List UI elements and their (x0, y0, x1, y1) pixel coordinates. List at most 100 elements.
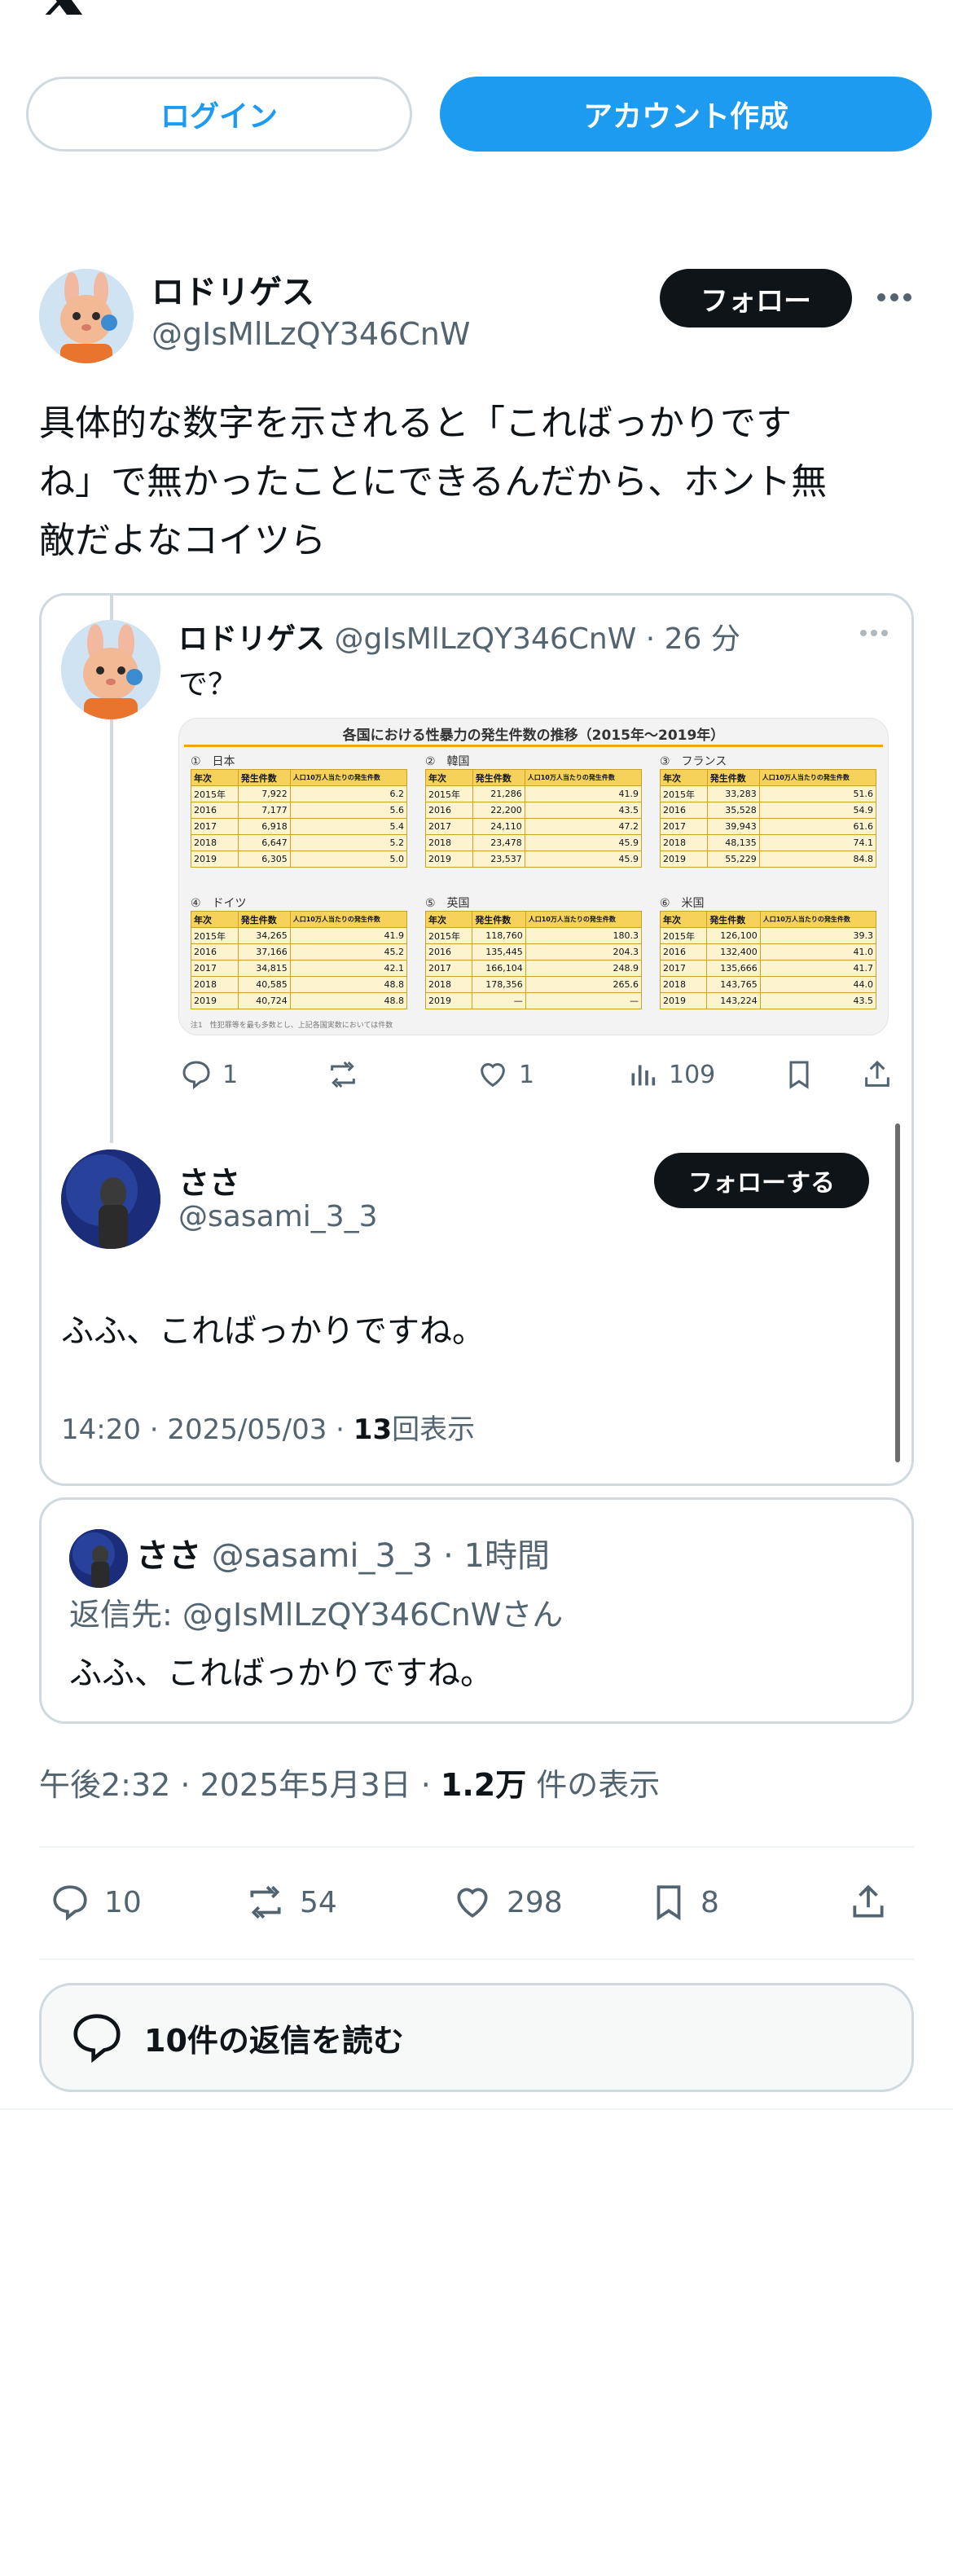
country-table: ⑤ 英国 年次 発生件数 人口10万人当たりの発生件数 2015年 118,760 180.… (424, 895, 643, 1009)
table-cell: 166,104 (472, 960, 526, 977)
x-logo-icon[interactable] (39, 0, 88, 18)
table-cell: 41.9 (289, 927, 408, 944)
table-cell: 2017 (191, 818, 239, 835)
parent-author-avatar[interactable] (61, 620, 160, 719)
table-cell: — (525, 992, 643, 1009)
table-header-cell: 年次 (659, 911, 708, 928)
tweet-view-count: 1.2万 (440, 1767, 527, 1803)
table-header-cell: 人口10万人当たりの発生件数 (289, 769, 408, 786)
table-cell: 2017 (424, 960, 473, 977)
retweet-icon (250, 1885, 281, 1919)
table-header-cell: 発生件数 (706, 769, 760, 786)
table-cell: 48.8 (289, 976, 408, 993)
table-cell: 143,224 (706, 992, 761, 1009)
reply-icon (53, 1885, 87, 1921)
table-cell: 54.9 (758, 802, 877, 819)
table-cell: 40,724 (237, 992, 291, 1009)
table-row: 2017 34,815 42.1 (191, 960, 408, 977)
author-handle[interactable]: @gIsMlLzQY346CnW (152, 316, 470, 352)
quoted-tweet-card[interactable]: ささ @sasami_3_3 · 1時間 返信先: @gIsMlLzQY346C… (39, 1497, 914, 1724)
like-count: 1 (519, 1060, 535, 1089)
tweet-view-suffix: 件の表示 (526, 1767, 661, 1803)
retweet-action[interactable]: 54 (243, 1882, 337, 1923)
table-cell: 39.3 (759, 927, 877, 944)
bookmark-action[interactable]: 8 (648, 1882, 719, 1923)
statistics-table-image[interactable]: 各国における性暴力の発生件数の推移（2015年〜2019年） ① 日本 年次 発生件… (178, 718, 889, 1035)
read-replies-button[interactable]: 10件の返信を読む (39, 1983, 914, 2092)
table-row: 2019— — (424, 992, 643, 1009)
more-options-icon[interactable] (859, 625, 889, 640)
table-cell: 2017 (659, 960, 708, 977)
author-avatar[interactable] (39, 269, 134, 363)
quoted-author-handle[interactable]: @sasami_3_3 (212, 1537, 433, 1575)
reply-count: 1 (222, 1060, 239, 1089)
table-cell: 41.0 (759, 943, 877, 961)
country-table-label: ③ フランス (660, 755, 727, 768)
table-cell: 118,760 (472, 927, 526, 944)
table-row: 2016 135,445 204.3 (424, 943, 643, 961)
quoted-tweet-text: ふふ、こればっかりですね。 (69, 1655, 493, 1692)
quoted-tweet-time: · 1時間 (443, 1537, 551, 1575)
table-cell: 61.6 (758, 818, 877, 835)
like-count: 298 (507, 1885, 563, 1919)
reply-icon (182, 1061, 210, 1090)
like-action[interactable]: 1 (475, 1058, 534, 1091)
more-options-icon[interactable] (872, 277, 917, 318)
share-action[interactable] (859, 1058, 895, 1091)
quoted-author-avatar[interactable] (69, 1529, 128, 1588)
parent-author-handle[interactable]: @gIsMlLzQY346CnW (334, 622, 636, 656)
table-cell: 135,445 (472, 943, 526, 961)
table-row: 2017 24,110 47.2 (425, 818, 643, 835)
like-action[interactable]: 298 (450, 1882, 563, 1923)
table-row: 2017 6,918 5.4 (191, 818, 408, 835)
table-cell: 22,200 (472, 802, 525, 819)
country-table: ② 韓国 年次 発生件数 人口10万人当たりの発生件数 2015年 21,286 41.9 2… (425, 753, 643, 868)
quoted-reply-to[interactable]: 返信先: @gIsMlLzQY346CnWさん (69, 1589, 563, 1634)
table-cell: 7,922 (237, 785, 291, 802)
retweet-action[interactable] (325, 1058, 361, 1091)
table-cell: 6,647 (237, 834, 291, 851)
reply-author-name[interactable]: ささ (178, 1158, 240, 1202)
table-cell: 5.6 (289, 802, 408, 819)
author-name[interactable]: ロドリゲス (152, 266, 314, 313)
signup-button[interactable]: アカウント作成 (440, 77, 932, 152)
parent-author-name[interactable]: ロドリゲス (178, 622, 325, 656)
table-row: 2015年 21,286 41.9 (425, 785, 643, 802)
table-cell: 204.3 (525, 943, 643, 961)
reply-author-avatar[interactable] (61, 1150, 160, 1249)
table-cell: 2019 (191, 851, 239, 868)
table-cell: 132,400 (706, 943, 761, 961)
table-row: 2019 55,229 84.8 (660, 851, 877, 868)
table-cell: 180.3 (525, 927, 643, 944)
table-row: 2015年 33,283 51.6 (660, 785, 877, 802)
table-cell: 45.9 (524, 851, 643, 868)
table-header-cell: 年次 (425, 769, 473, 786)
login-button[interactable]: ログイン (26, 77, 412, 152)
reply-action[interactable]: 1 (178, 1058, 238, 1091)
share-icon (853, 1884, 884, 1918)
bookmark-icon (657, 1885, 681, 1921)
country-table-label: ⑤ 英国 (425, 897, 470, 910)
reply-action[interactable]: 10 (47, 1882, 142, 1923)
heart-icon (481, 1063, 505, 1088)
table-row: 2018 6,647 5.2 (191, 834, 408, 851)
tweet-timestamp[interactable]: 午後2:32 · 2025年5月3日 · (39, 1767, 441, 1803)
table-cell: 2019 (424, 992, 473, 1009)
bookmark-action[interactable] (783, 1058, 815, 1091)
quoted-author-name[interactable]: ささ (136, 1537, 201, 1575)
chart-title: 各国における性暴力の発生件数の推移（2015年〜2019年） (342, 728, 725, 744)
table-cell: 2018 (660, 834, 708, 851)
scrollbar[interactable] (895, 1123, 900, 1462)
embedded-thread-card[interactable]: ロドリゲス @gIsMlLzQY346CnW · 26 分 で？ 各国における性… (39, 593, 914, 1486)
reply-author-handle[interactable]: @sasami_3_3 (178, 1200, 378, 1233)
table-header-cell: 人口10万人当たりの発生件数 (758, 769, 877, 786)
table-cell: 126,100 (706, 927, 761, 944)
table-row: 2019 143,224 43.5 (659, 992, 877, 1009)
table-cell: 24,110 (472, 818, 525, 835)
share-action[interactable] (845, 1882, 891, 1923)
views-action[interactable]: 109 (625, 1058, 715, 1091)
table-cell: 6,305 (237, 851, 291, 868)
table-cell: 2019 (425, 851, 473, 868)
follow-button[interactable]: フォローする (654, 1153, 869, 1208)
follow-button[interactable]: フォロー (660, 269, 852, 327)
